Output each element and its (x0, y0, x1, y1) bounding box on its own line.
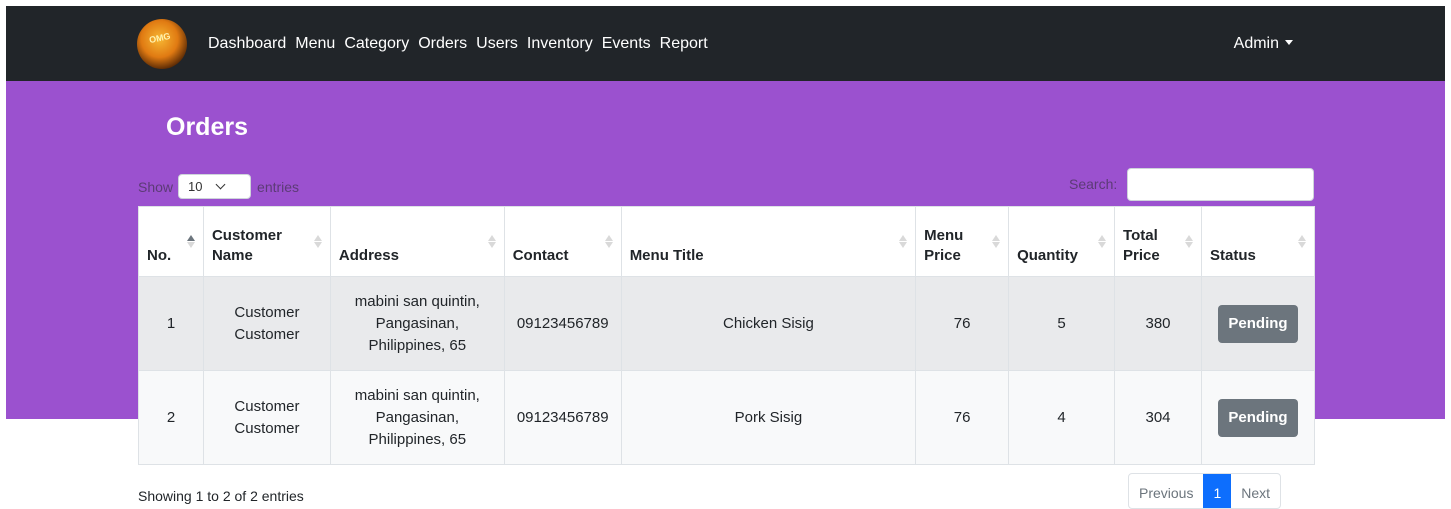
show-entries-control: Show 10 entries (138, 174, 299, 199)
cell-menu-title: Pork Sisig (620, 370, 917, 465)
cell-total-price: 380 (1114, 276, 1202, 371)
admin-dropdown[interactable]: Admin (1234, 34, 1293, 54)
previous-button[interactable]: Previous (1129, 474, 1203, 508)
cell-menu-price: 76 (915, 370, 1010, 465)
logo-text: OMG (148, 30, 172, 46)
header-address[interactable]: Address (329, 206, 505, 277)
cell-quantity: 4 (1008, 370, 1116, 465)
search-input[interactable] (1127, 168, 1314, 201)
header-no[interactable]: No. (138, 206, 204, 277)
cell-no: 2 (138, 370, 204, 465)
header-menu-price[interactable]: Menu Price (915, 206, 1010, 277)
table-info: Showing 1 to 2 of 2 entries (138, 488, 304, 504)
entries-label: entries (257, 178, 300, 195)
nav-link-menu[interactable]: Menu (295, 34, 335, 54)
pagination: Previous 1 Next (1128, 473, 1282, 509)
nav-link-users[interactable]: Users (476, 34, 518, 54)
header-menu-title[interactable]: Menu Title (620, 206, 917, 277)
nav-link-orders[interactable]: Orders (418, 34, 467, 54)
cell-menu-title: Chicken Sisig (620, 276, 917, 371)
status-badge[interactable]: Pending (1218, 398, 1298, 437)
nav-link-events[interactable]: Events (602, 34, 651, 54)
header-customer-name[interactable]: Customer Name (202, 206, 331, 277)
sort-icon (1098, 235, 1107, 249)
sort-icon (604, 235, 613, 249)
cell-customer-name: Customer Customer (202, 276, 331, 371)
entries-select[interactable]: 10 (178, 174, 252, 199)
nav-link-report[interactable]: Report (660, 34, 708, 54)
header-quantity[interactable]: Quantity (1008, 206, 1116, 277)
chevron-down-icon (215, 179, 225, 190)
sort-icon (899, 235, 908, 249)
cell-customer-name: Customer Customer (202, 370, 331, 465)
sort-icon (1298, 235, 1306, 249)
caret-down-icon (1285, 40, 1293, 45)
cell-address: mabini san quintin, Pangasinan, Philippi… (329, 370, 505, 465)
cell-status: Pending (1201, 370, 1315, 465)
cell-address: mabini san quintin, Pangasinan, Philippi… (329, 276, 505, 371)
top-navbar: OMG Dashboard Menu Category Orders Users… (6, 6, 1445, 81)
nav-link-dashboard[interactable]: Dashboard (208, 34, 286, 54)
cell-quantity: 5 (1008, 276, 1116, 371)
cell-total-price: 304 (1114, 370, 1202, 465)
nav-links: Dashboard Menu Category Orders Users Inv… (208, 34, 708, 54)
nav-link-category[interactable]: Category (344, 34, 409, 54)
next-button[interactable]: Next (1231, 474, 1280, 508)
sort-icon (313, 235, 322, 249)
sort-icon (487, 235, 496, 249)
cell-menu-price: 76 (915, 276, 1010, 371)
brand-logo[interactable]: OMG (137, 19, 187, 69)
table-row: 2 Customer Customer mabini san quintin, … (138, 370, 1315, 465)
orders-table: No. Customer Name Address Contact Menu T… (138, 206, 1315, 465)
sort-icon (1185, 235, 1193, 249)
page-title: Orders (166, 113, 248, 141)
sort-icon (992, 235, 1001, 249)
cell-contact: 09123456789 (503, 370, 622, 465)
show-label: Show (138, 178, 174, 195)
search-label: Search: (1069, 176, 1118, 192)
cell-status: Pending (1201, 276, 1315, 371)
header-contact[interactable]: Contact (503, 206, 622, 277)
cell-no: 1 (138, 276, 204, 371)
status-badge[interactable]: Pending (1218, 304, 1298, 343)
page-1-button[interactable]: 1 (1203, 474, 1232, 508)
cell-contact: 09123456789 (503, 276, 622, 371)
table-row: 1 Customer Customer mabini san quintin, … (138, 276, 1315, 371)
admin-label: Admin (1233, 35, 1279, 52)
header-total-price[interactable]: Total Price (1114, 206, 1202, 277)
entries-value: 10 (188, 179, 203, 194)
nav-link-inventory[interactable]: Inventory (527, 34, 593, 54)
header-status[interactable]: Status (1201, 206, 1315, 277)
sort-icon (186, 235, 195, 249)
